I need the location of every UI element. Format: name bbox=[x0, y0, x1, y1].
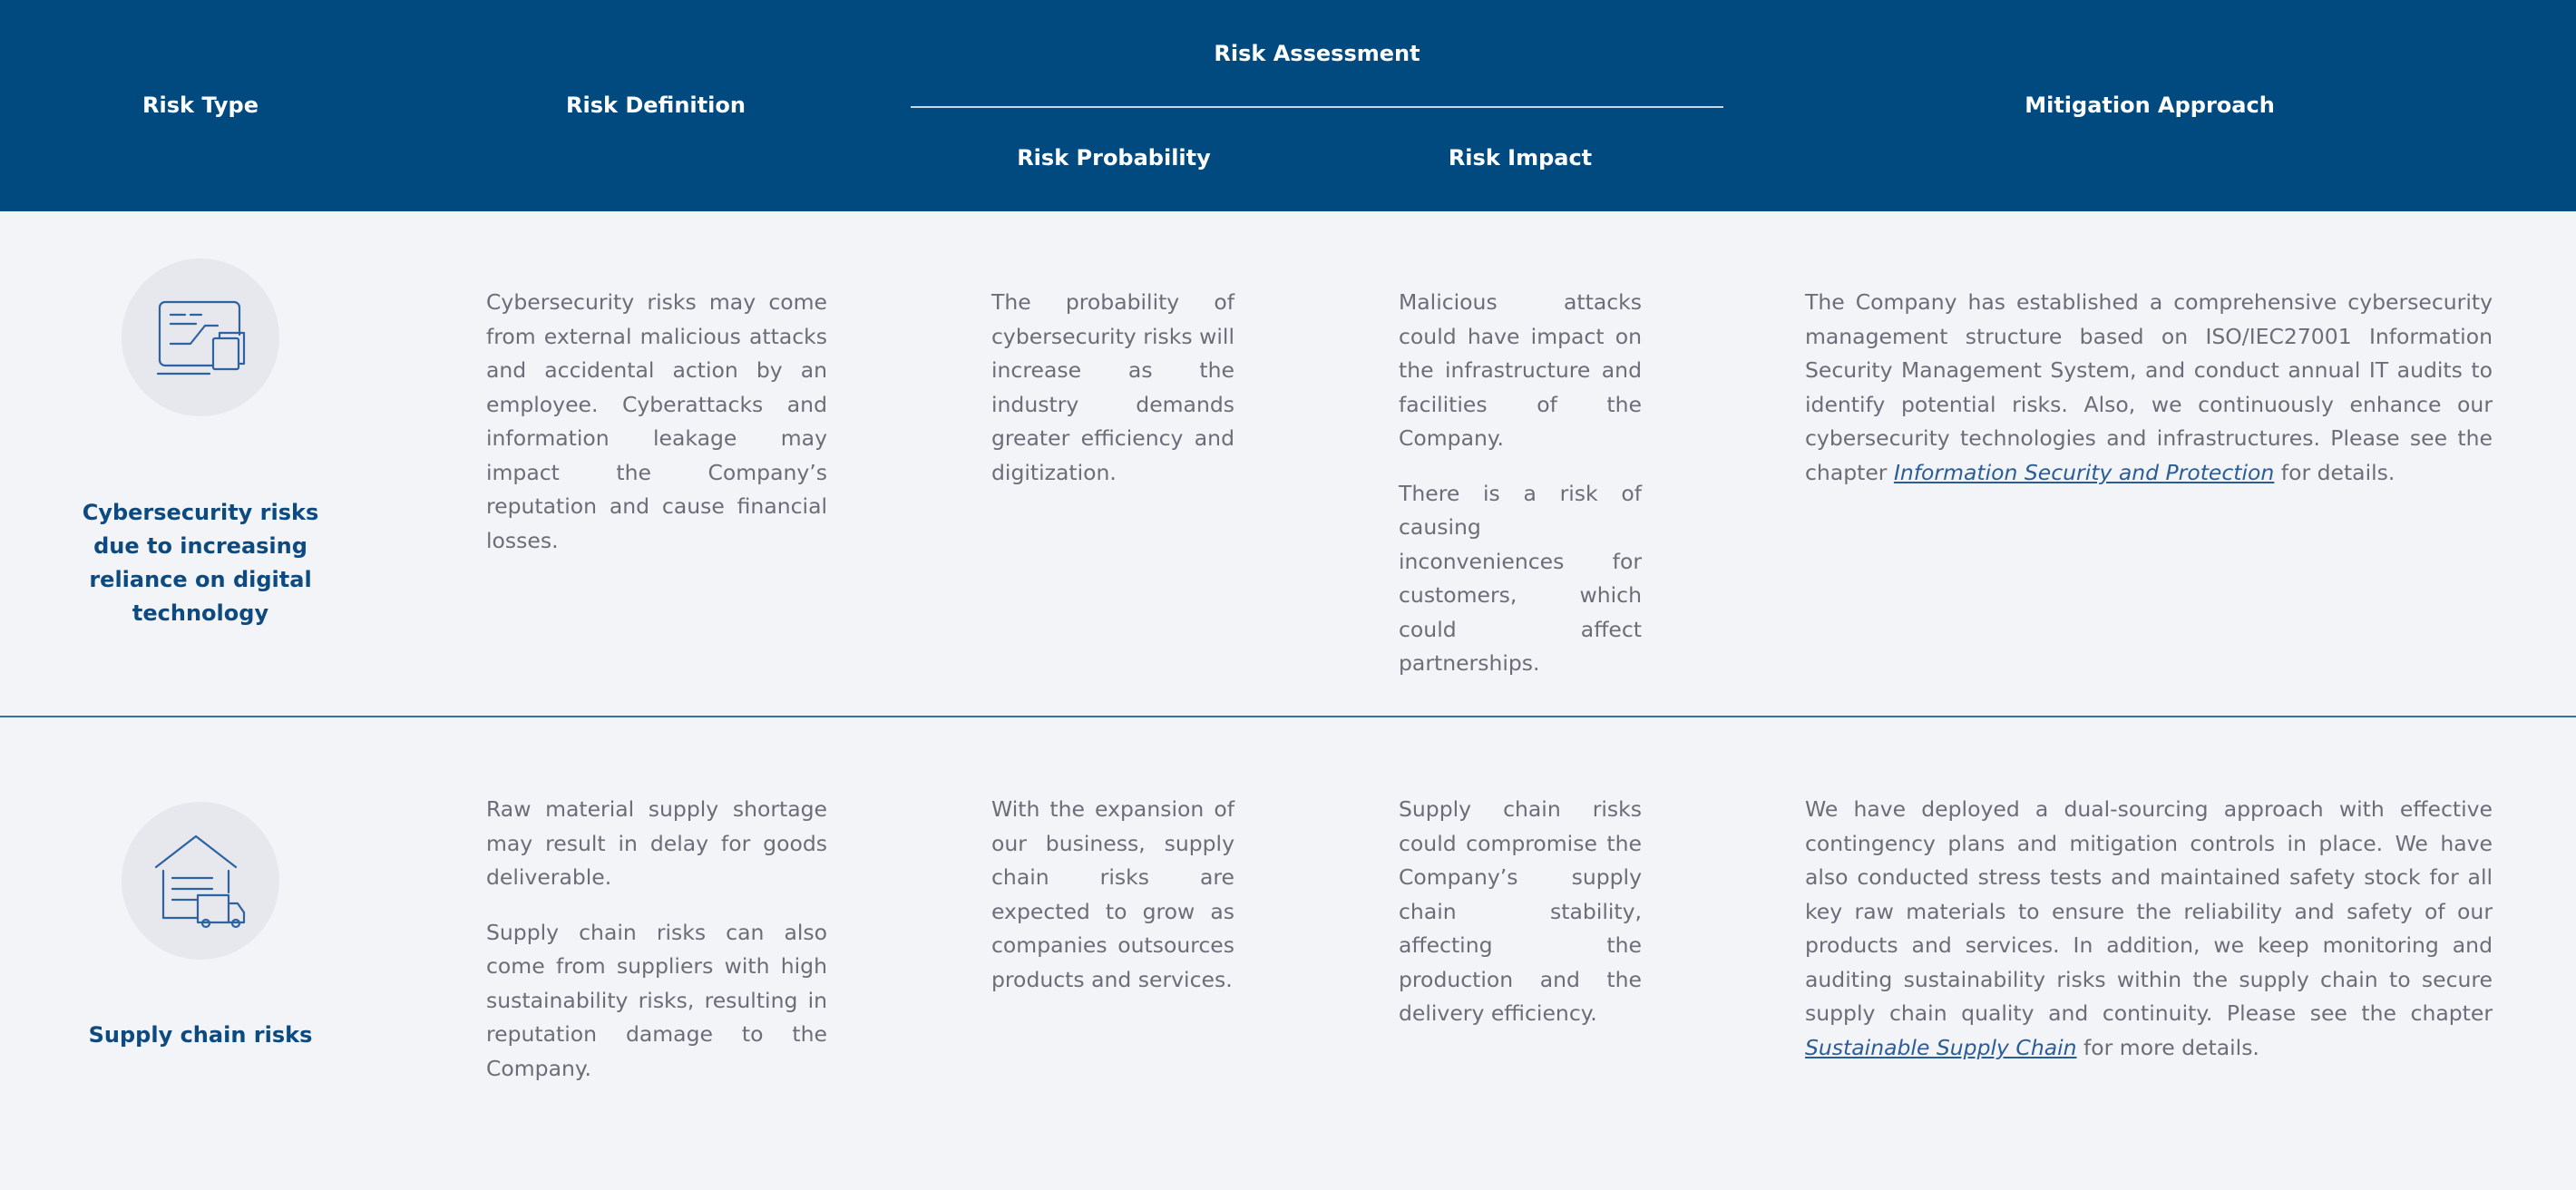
risk-definition-supply-chain: Raw material supply shortage may result … bbox=[486, 793, 827, 1086]
table-row-cybersecurity: Cybersecurity risks due to increasing re… bbox=[0, 211, 2576, 717]
risk-table: Risk Type Risk Definition Risk Assessmen… bbox=[0, 0, 2576, 1190]
risk-probability-supply-chain: With the expansion of our business, supp… bbox=[991, 793, 1234, 997]
impact-paragraph: Malicious attacks could have impact on t… bbox=[1399, 289, 1642, 451]
header-risk-probability: Risk Probability bbox=[1017, 145, 1211, 171]
header-mitigation-approach: Mitigation Approach bbox=[2025, 93, 2275, 118]
mitigation-cybersecurity: The Company has established a comprehens… bbox=[1805, 286, 2493, 490]
risk-title-supply-chain: Supply chain risks bbox=[88, 1022, 313, 1048]
chapter-link-sustainable-supply-chain[interactable]: Sustainable Supply Chain bbox=[1805, 1035, 2077, 1060]
definition-paragraph: Cybersecurity risks may come from extern… bbox=[486, 289, 827, 553]
row-divider bbox=[0, 716, 2576, 717]
impact-paragraph: There is a risk of causing inconvenience… bbox=[1399, 480, 1642, 677]
mitigation-supply-chain: We have deployed a dual-sourcing approac… bbox=[1805, 793, 2493, 1065]
mitigation-text-end: for more details. bbox=[2076, 1034, 2259, 1060]
mitigation-text-end: for details. bbox=[2274, 459, 2395, 485]
mitigation-text: The Company has established a comprehens… bbox=[1805, 289, 2493, 485]
definition-paragraph: Supply chain risks can also come from su… bbox=[486, 919, 827, 1081]
header-risk-type: Risk Type bbox=[142, 93, 259, 118]
warehouse-truck-icon bbox=[122, 802, 279, 960]
table-header: Risk Type Risk Definition Risk Assessmen… bbox=[0, 0, 2576, 211]
definition-paragraph: Raw material supply shortage may result … bbox=[486, 796, 827, 890]
table-row-supply-chain: Supply chain risks Raw material supply s… bbox=[0, 718, 2576, 1190]
header-risk-definition: Risk Definition bbox=[566, 93, 746, 118]
cybersecurity-screen-icon bbox=[122, 258, 279, 416]
header-divider bbox=[911, 106, 1723, 108]
risk-impact-supply-chain: Supply chain risks could compromise the … bbox=[1399, 793, 1642, 1031]
header-risk-assessment: Risk Assessment bbox=[1214, 41, 1420, 66]
mitigation-paragraph: The Company has established a comprehens… bbox=[1805, 286, 2493, 490]
risk-impact-cybersecurity: Malicious attacks could have impact on t… bbox=[1399, 286, 1642, 681]
risk-title-cybersecurity: Cybersecurity risks due to increasing re… bbox=[82, 500, 319, 626]
probability-paragraph: The probability of cybersecurity risks w… bbox=[991, 289, 1234, 485]
header-risk-impact: Risk Impact bbox=[1448, 145, 1593, 171]
risk-probability-cybersecurity: The probability of cybersecurity risks w… bbox=[991, 286, 1234, 490]
impact-paragraph: Supply chain risks could compromise the … bbox=[1399, 796, 1642, 1026]
chapter-link-information-security[interactable]: Information Security and Protection bbox=[1894, 460, 2274, 485]
mitigation-paragraph: We have deployed a dual-sourcing approac… bbox=[1805, 793, 2493, 1065]
risk-definition-cybersecurity: Cybersecurity risks may come from extern… bbox=[486, 286, 827, 558]
probability-paragraph: With the expansion of our business, supp… bbox=[991, 796, 1234, 992]
mitigation-text: We have deployed a dual-sourcing approac… bbox=[1805, 796, 2493, 1026]
